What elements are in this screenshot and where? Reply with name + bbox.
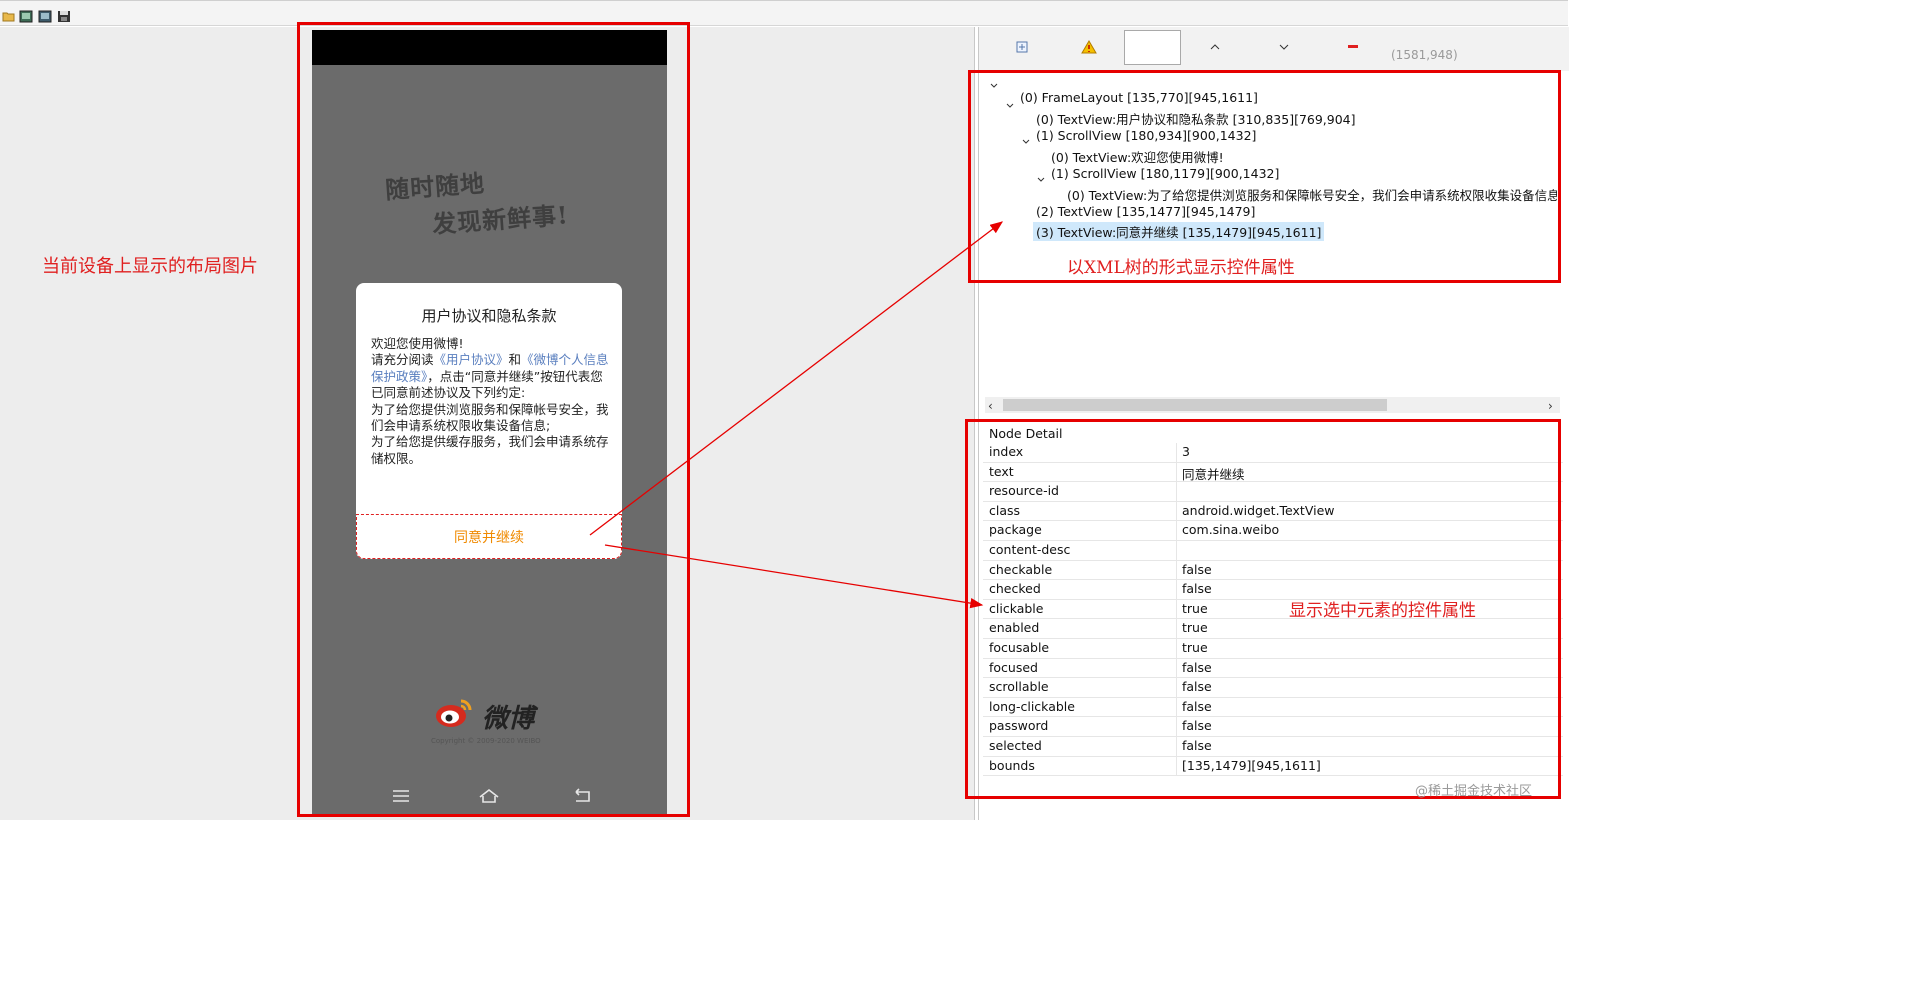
save-icon[interactable] xyxy=(57,8,71,22)
tree-horizontal-scrollbar[interactable]: ‹ › xyxy=(985,397,1560,413)
watermark: @稀土掘金技术社区 xyxy=(1415,784,1533,799)
node-search-box[interactable] xyxy=(1124,30,1181,65)
tree-highlight-frame xyxy=(968,70,1561,283)
collapse-icon[interactable] xyxy=(1345,39,1361,55)
screenshot-annotation: 当前设备上显示的布局图片 xyxy=(42,256,258,277)
scroll-left-icon[interactable]: ‹ xyxy=(988,399,993,413)
chevron-up-icon[interactable] xyxy=(1207,39,1223,55)
device-screenshot-icon[interactable] xyxy=(19,8,33,23)
scrollbar-thumb[interactable] xyxy=(1003,399,1387,411)
expand-all-icon[interactable] xyxy=(1014,39,1030,55)
hierarchy-toolbar: (1581,948) xyxy=(979,27,1569,71)
warning-icon[interactable] xyxy=(1081,39,1097,55)
screenshot-highlight-frame xyxy=(297,22,690,817)
open-folder-icon[interactable] xyxy=(2,8,16,22)
cursor-coordinates: (1581,948) xyxy=(1391,48,1458,62)
detail-annotation: 显示选中元素的控件属性 xyxy=(1289,601,1476,621)
scroll-right-icon[interactable]: › xyxy=(1548,399,1553,413)
tree-annotation: 以XML树的形式显示控件属性 xyxy=(1067,258,1295,278)
uiautomator-viewer-window: 当前设备上显示的布局图片 随时随地 发现新鲜事! 用户协议和隐私条款 欢迎您使用… xyxy=(0,0,1569,820)
compressed-screenshot-icon[interactable] xyxy=(38,8,52,23)
main-toolbar xyxy=(0,0,1568,26)
chevron-down-icon[interactable] xyxy=(1276,39,1292,55)
